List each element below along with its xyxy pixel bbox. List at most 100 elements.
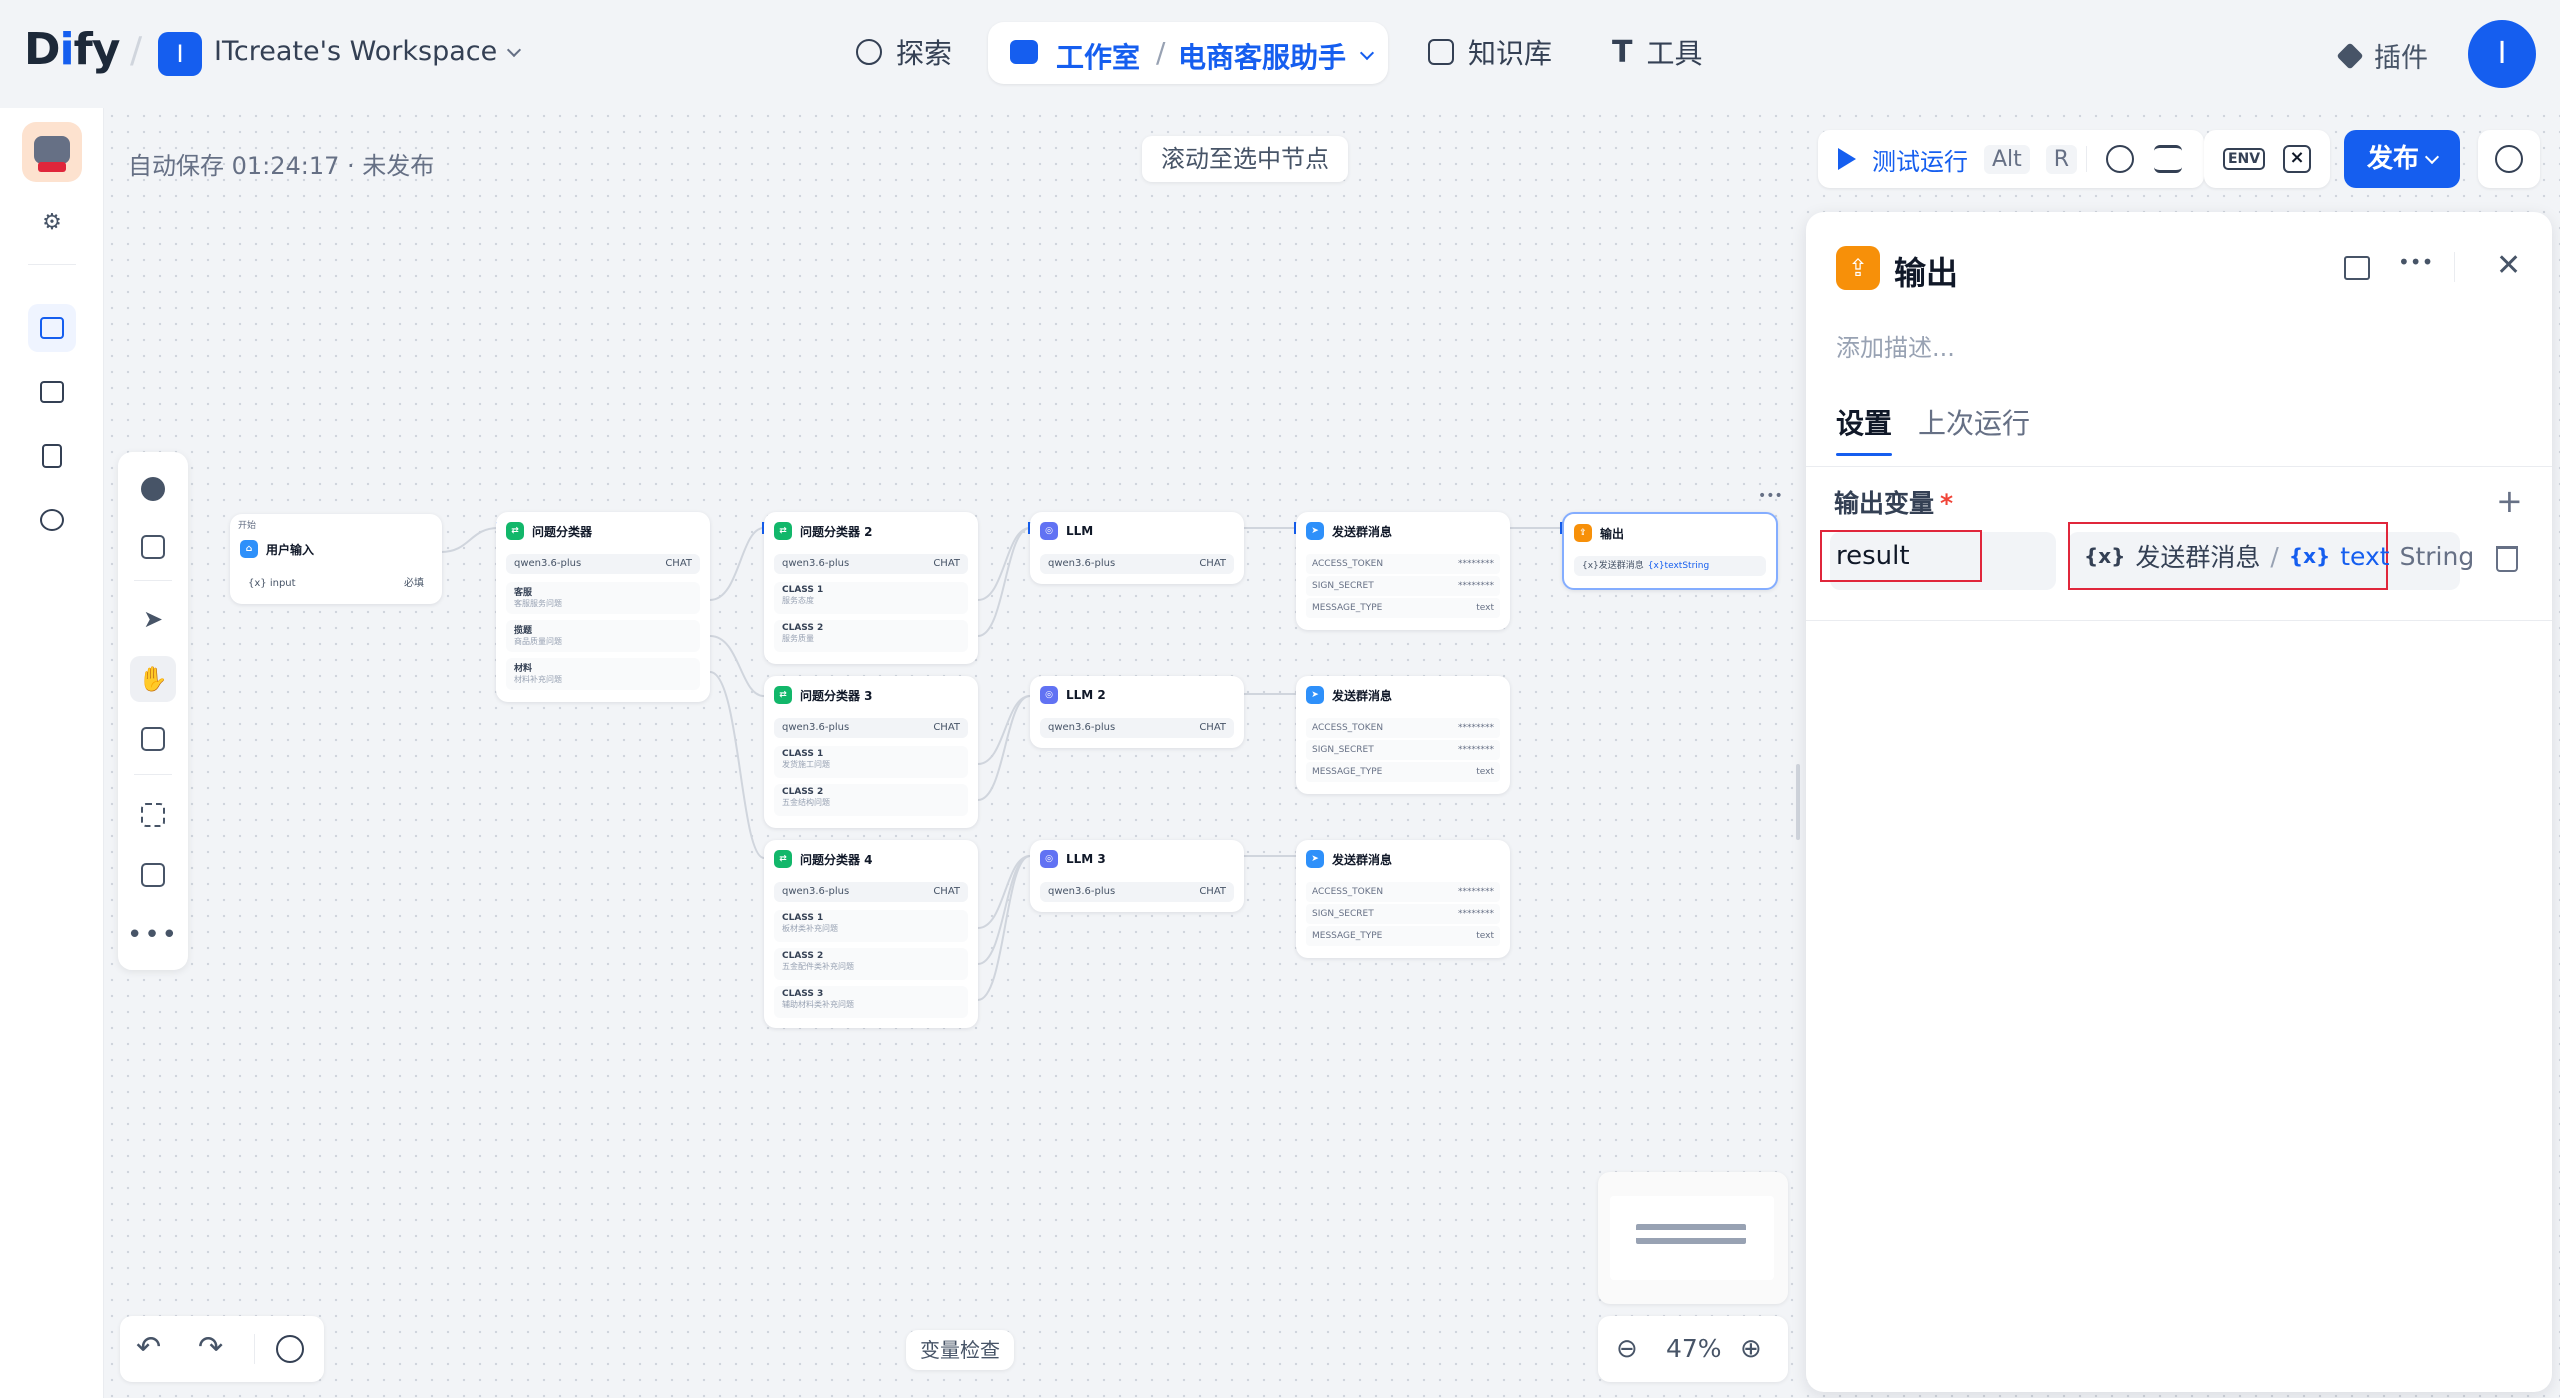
node-classifier-1[interactable]: ⇄ 问题分类器 qwen3.6-plus CHAT 客服 客服服务问题 揽题 商品质量问… (496, 512, 710, 702)
variable-name-input[interactable]: result (1820, 530, 1982, 582)
add-note-button[interactable] (130, 524, 176, 570)
nav-studio[interactable]: 工作室 / 电商客服助手 (988, 22, 1388, 84)
zoom-level[interactable]: 47% (1666, 1334, 1722, 1363)
zoom-in-icon[interactable]: ⊕ (1740, 1334, 1762, 1364)
delete-icon[interactable] (2496, 546, 2518, 572)
export-icon: ⇪ (1847, 254, 1869, 282)
book-open-icon[interactable] (2344, 256, 2370, 280)
node-title: 问题分类器 4 (800, 852, 873, 867)
workspace-switcher[interactable]: ITcreate's Workspace (214, 36, 522, 67)
organize-nodes-button[interactable] (130, 792, 176, 838)
scroll-to-selected-button[interactable]: 滚动至选中节点 (1142, 136, 1348, 182)
test-run-button[interactable]: 测试运行 (1872, 142, 1968, 177)
workspace-badge[interactable]: I (158, 32, 202, 76)
zoom-out-icon[interactable]: ⊖ (1616, 1334, 1638, 1364)
node-output[interactable]: ⇪ 输出 {x}发送群消息 {x}textString (1562, 512, 1778, 590)
sidebar-item-api[interactable] (28, 368, 76, 416)
node-title: 问题分类器 2 (800, 524, 873, 539)
history-run-icon[interactable] (2106, 145, 2134, 173)
nav-knowledge-label: 知识库 (1468, 37, 1553, 70)
node-llm-1[interactable]: ◎ LLM qwen3.6-plus CHAT (1030, 512, 1244, 584)
class-desc: 五金配件类补充问题 (782, 962, 854, 971)
divider (134, 774, 172, 775)
add-variable-button[interactable]: + (2496, 482, 2523, 520)
node-send-message-1[interactable]: ➤ 发送群消息 ACCESS_TOKEN ******** SIGN_SECRET *… (1296, 512, 1510, 630)
env-variables-button[interactable]: ENV (2222, 148, 2266, 170)
app-name-switcher[interactable]: 电商客服助手 (1178, 36, 1346, 76)
more-icon[interactable]: ••• (2398, 250, 2433, 274)
param-key: SIGN_SECRET (1312, 909, 1374, 919)
node-title: 用户输入 (266, 542, 315, 557)
class-desc: 材料补充问题 (514, 675, 562, 684)
nav-tools-label: 工具 (1646, 37, 1703, 70)
minimap-toggle-button[interactable] (130, 852, 176, 898)
node-classifier-4[interactable]: ⇄ 问题分类器 4 qwen3.6-plus CHAT CLASS 1 板材类补充问题… (764, 840, 978, 1028)
node-classifier-3[interactable]: ⇄ 问题分类器 3 qwen3.6-plus CHAT CLASS 1 发货施工问题 … (764, 676, 978, 828)
comment-button[interactable] (130, 716, 176, 762)
node-title: 问题分类器 3 (800, 688, 873, 703)
class-item: CLASS 1 发货施工问题 (774, 746, 968, 778)
model-mode: CHAT (933, 722, 960, 733)
add-node-button[interactable] (130, 466, 176, 512)
tab-last-run[interactable]: 上次运行 (1918, 402, 2030, 442)
close-icon[interactable]: ✕ (2496, 248, 2521, 283)
nav-explore[interactable]: 探索 (856, 32, 952, 72)
sidebar-item-monitoring[interactable] (28, 496, 76, 544)
param-value: ******** (1458, 745, 1494, 755)
nav-tools[interactable]: T 工具 (1612, 32, 1702, 72)
user-avatar[interactable]: I (2468, 20, 2536, 88)
window-icon (40, 317, 64, 339)
publish-button[interactable]: 发布 (2344, 130, 2460, 188)
param-value: text (1476, 931, 1494, 941)
dify-logo[interactable]: Dify (24, 24, 120, 75)
node-send-message-3[interactable]: ➤ 发送群消息 ACCESS_TOKEN ******** SIGN_SECRET *… (1296, 840, 1510, 958)
variable-icon: {x} (2084, 544, 2126, 568)
node-more-icon[interactable]: ••• (1758, 488, 1783, 504)
classifier-icon: ⇄ (774, 522, 792, 540)
redo-icon[interactable]: ↷ (198, 1330, 223, 1365)
sidebar-item-logs[interactable] (28, 432, 76, 480)
node-config-panel: ⇪ 输出 ••• ✕ 添加描述... 设置 上次运行 输出变量 * + resul… (1806, 212, 2552, 1392)
source-node-name: 发送群消息 (2135, 543, 2261, 572)
robot-face-icon (34, 136, 70, 164)
param-key: ACCESS_TOKEN (1312, 887, 1384, 897)
node-start[interactable]: 开始 ⌂ 用户输入 {x} input 必填 (230, 514, 442, 604)
variable-name-highlight: result (1820, 530, 1982, 582)
panel-title[interactable]: 输出 (1894, 248, 1958, 294)
pointer-mode-button[interactable]: ➤ (130, 596, 176, 642)
nav-plugins-label: 插件 (2374, 43, 2428, 74)
undo-icon[interactable]: ↶ (136, 1330, 161, 1365)
app-icon[interactable] (22, 122, 82, 182)
node-classifier-2[interactable]: ⇄ 问题分类器 2 qwen3.6-plus CHAT CLASS 1 服务态度 CL… (764, 512, 978, 664)
conversation-variables-icon[interactable]: × (2283, 145, 2312, 173)
classifier-icon: ⇄ (774, 850, 792, 868)
description-input[interactable]: 添加描述... (1836, 328, 1955, 363)
node-llm-2[interactable]: ◎ LLM 2 qwen3.6-plus CHAT (1030, 676, 1244, 748)
book-icon (1428, 39, 1454, 65)
more-button[interactable]: ••• (127, 912, 177, 958)
node-title: LLM (1066, 524, 1094, 538)
hand-mode-button[interactable]: ✋ (130, 656, 176, 702)
variable-selector-highlight[interactable]: {x} 发送群消息 / {x} text String (2068, 522, 2474, 590)
model-name: qwen3.6-plus (514, 558, 582, 569)
panel-resize-handle[interactable] (1796, 764, 1800, 840)
nav-knowledge[interactable]: 知识库 (1428, 32, 1552, 72)
version-history-button[interactable] (2478, 130, 2540, 188)
class-name: 客服 (514, 588, 533, 598)
variable-inspect-button[interactable]: 变量检查 (906, 1330, 1014, 1370)
app-settings-button[interactable]: ⚙ (28, 198, 76, 246)
divider: / (130, 30, 143, 71)
param-key: MESSAGE_TYPE (1312, 931, 1383, 941)
node-send-message-2[interactable]: ➤ 发送群消息 ACCESS_TOKEN ******** SIGN_SECRET *… (1296, 676, 1510, 794)
tab-settings[interactable]: 设置 (1836, 402, 1893, 456)
minimap[interactable] (1598, 1172, 1788, 1304)
checklist-icon[interactable] (2154, 145, 2182, 173)
sidebar-item-orchestrate[interactable] (28, 304, 76, 352)
param-key: ACCESS_TOKEN (1312, 559, 1384, 569)
nav-plugins[interactable]: 插件 (2336, 36, 2428, 75)
class-name: CLASS 1 (782, 585, 824, 595)
history-icon[interactable] (276, 1335, 304, 1363)
node-llm-3[interactable]: ◎ LLM 3 qwen3.6-plus CHAT (1030, 840, 1244, 912)
document-icon (42, 444, 62, 468)
cube-icon (2336, 41, 2364, 70)
